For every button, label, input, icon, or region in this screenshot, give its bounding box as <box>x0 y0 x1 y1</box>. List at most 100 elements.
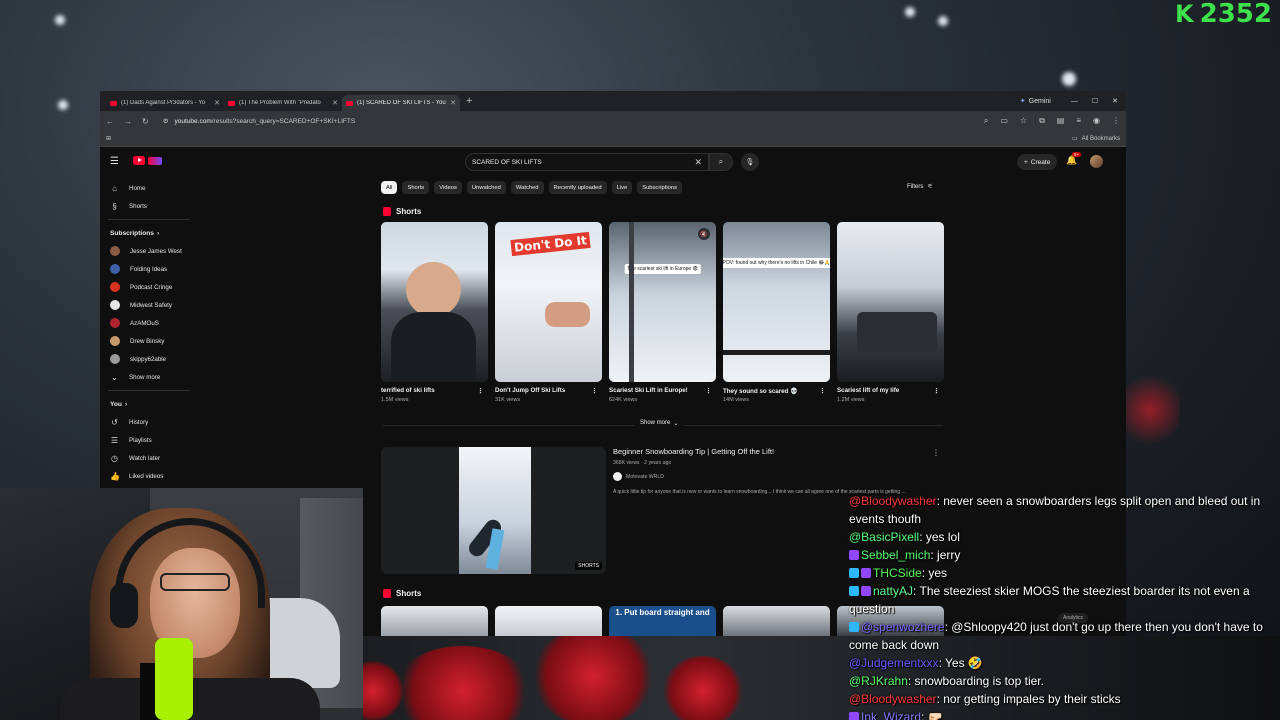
short-thumbnail[interactable] <box>495 606 602 636</box>
video-result[interactable]: SHORTS Beginner Snowboarding Tip | Getti… <box>381 447 906 574</box>
shorts-section-title: Shorts <box>383 207 421 216</box>
subscriptions-title: Subscriptions <box>110 229 154 237</box>
zoom-icon[interactable]: ⌕ <box>984 116 988 126</box>
back-icon[interactable]: ← <box>106 117 114 126</box>
you-heading[interactable]: You › <box>100 395 200 413</box>
sidebar-item-subscription[interactable]: Folding Ideas <box>100 260 200 278</box>
sidebar-item-shorts[interactable]: § Shorts <box>100 197 200 215</box>
short-title[interactable]: Scariest Ski Lift in Europe! <box>609 387 705 395</box>
more-options-icon[interactable]: ⋮ <box>819 387 830 395</box>
apps-icon[interactable]: ⊞ <box>106 135 111 142</box>
sidebar-item-subscription[interactable]: skippy62able <box>100 350 200 368</box>
site-info-icon[interactable]: ⚙ <box>163 117 169 125</box>
chip-shorts[interactable]: Shorts <box>402 181 430 194</box>
browser-tab-active[interactable]: (1) SCARED OF SKI LIFTS - YouT ✕ <box>342 95 460 111</box>
sidebar-item-home[interactable]: ⌂ Home <box>100 179 200 197</box>
maximize-icon[interactable]: ☐ <box>1092 97 1098 105</box>
video-title[interactable]: Beginner Snowboarding Tip | Getting Off … <box>613 447 933 456</box>
hamburger-menu-icon[interactable]: ☰ <box>110 156 119 167</box>
filters-icon: ⚟ <box>927 184 933 190</box>
show-more-button[interactable]: Show more ⌄ <box>634 420 685 427</box>
short-thumbnail[interactable]: 1. Put board straight and <box>609 606 716 636</box>
new-tab-icon[interactable]: + <box>466 95 472 107</box>
cast-icon[interactable]: ▭ <box>1000 116 1008 126</box>
reload-icon[interactable]: ↻ <box>142 117 149 126</box>
notifications-button[interactable]: 🔔 9+ <box>1066 152 1082 166</box>
microphone-icon: 🎙 <box>745 159 755 166</box>
sidebar-item-history[interactable]: ↺ History <box>100 413 200 431</box>
voice-search-button[interactable]: 🎙 <box>741 153 759 171</box>
short-thumbnail[interactable]: POV: found out why there's no lifts in C… <box>723 222 830 382</box>
short-card[interactable]: terrified of ski lifts ⋮ 1.5M views <box>381 222 488 403</box>
sidebar-item-subscription[interactable]: Midwest Safety <box>100 296 200 314</box>
short-thumbnail[interactable] <box>381 222 488 382</box>
subscriptions-heading[interactable]: Subscriptions › <box>100 224 200 242</box>
minimize-icon[interactable]: — <box>1071 98 1078 105</box>
chat-text: : jerry <box>930 548 961 562</box>
forward-icon[interactable]: → <box>124 117 132 126</box>
browser-tab[interactable]: (1) Dads Against Pr3dators - Yo ✕ <box>106 95 224 111</box>
profile-icon[interactable]: ◉ <box>1093 116 1100 126</box>
close-icon[interactable]: ✕ <box>214 99 220 107</box>
close-icon[interactable]: ✕ <box>332 99 338 107</box>
chip-unwatched[interactable]: Unwatched <box>466 181 506 194</box>
short-card[interactable]: 🔇 The scariest ski lift in Europe 😨 Scar… <box>609 222 716 403</box>
menu-icon[interactable]: ⋮ <box>1112 116 1120 126</box>
more-options-icon[interactable]: ⋮ <box>932 448 940 457</box>
search-button[interactable]: ⌕ <box>709 153 733 171</box>
url-field[interactable]: ⚙ youtube.com/results?search_query=SCARE… <box>159 114 974 128</box>
chip-videos[interactable]: Videos <box>434 181 462 194</box>
short-thumbnail[interactable]: Don't Do It <box>495 222 602 382</box>
browser-tab[interactable]: (1) The Problem With "Predato ✕ <box>224 95 342 111</box>
gemini-button[interactable]: ✦ Gemini <box>1014 95 1057 107</box>
webcam-feed <box>0 488 363 720</box>
sidebar-item-subscription[interactable]: Jesse James West <box>100 242 200 260</box>
chip-watched[interactable]: Watched <box>510 181 544 194</box>
badge-icon <box>849 586 859 596</box>
close-window-icon[interactable]: ✕ <box>1112 97 1118 105</box>
reading-icon[interactable]: ▤ <box>1057 116 1065 126</box>
account-avatar[interactable] <box>1090 155 1103 168</box>
sidebar-item-subscription[interactable]: AzAMOuS <box>100 314 200 332</box>
create-button[interactable]: + Create <box>1017 154 1058 170</box>
sidebar-item-subscription[interactable]: Drew Binsky <box>100 332 200 350</box>
more-options-icon[interactable]: ⋮ <box>933 387 944 395</box>
mute-icon[interactable]: 🔇 <box>698 228 710 240</box>
search-input[interactable]: SCARED OF SKI LIFTS ✕ <box>465 153 709 171</box>
filters-button[interactable]: Filters ⚟ <box>907 183 933 191</box>
close-icon[interactable]: ✕ <box>450 99 456 107</box>
sidebar-show-more[interactable]: ⌄ Show more <box>100 368 200 386</box>
chip-all[interactable]: All <box>381 181 398 194</box>
bookmark-star-icon[interactable]: ☆ <box>1020 116 1027 126</box>
sidebar-item-subscription[interactable]: Podcast Cringe <box>100 278 200 296</box>
chip-recently-uploaded[interactable]: Recently uploaded <box>548 181 607 194</box>
short-card[interactable]: Don't Do It Don't Jump Off Ski Lifts ⋮ 31… <box>495 222 602 403</box>
extensions-icon[interactable]: ⧉ <box>1039 116 1045 126</box>
short-thumbnail[interactable]: 🔇 The scariest ski lift in Europe 😨 <box>609 222 716 382</box>
short-thumbnail[interactable] <box>381 606 488 636</box>
channel-avatar <box>110 264 120 274</box>
short-card[interactable]: POV: found out why there's no lifts in C… <box>723 222 830 403</box>
short-thumbnail[interactable] <box>723 606 830 636</box>
short-title[interactable]: They sound so scared 💀 <box>723 387 819 395</box>
more-options-icon[interactable]: ⋮ <box>477 387 488 395</box>
clear-search-icon[interactable]: ✕ <box>694 157 702 168</box>
chip-subscriptions[interactable]: Subscriptions <box>637 181 683 194</box>
video-thumbnail[interactable]: SHORTS <box>381 447 606 574</box>
short-title[interactable]: Scariest lift of my life <box>837 387 933 395</box>
short-card[interactable]: Scariest lift of my life ⋮ 1.2M views <box>837 222 944 403</box>
chip-live[interactable]: Live <box>611 181 633 194</box>
sidebar-item-playlists[interactable]: ☰ Playlists <box>100 431 200 449</box>
video-channel[interactable]: Motovate WRLD <box>613 472 933 481</box>
badge-icon <box>849 622 859 632</box>
short-thumbnail[interactable] <box>837 222 944 382</box>
short-title[interactable]: Don't Jump Off Ski Lifts <box>495 387 591 395</box>
sidebar-item-watch-later[interactable]: ◷ Watch later <box>100 449 200 467</box>
more-options-icon[interactable]: ⋮ <box>705 387 716 395</box>
more-options-icon[interactable]: ⋮ <box>591 387 602 395</box>
all-bookmarks-button[interactable]: ▭ All Bookmarks <box>1072 135 1120 143</box>
youtube-logo[interactable] <box>133 156 162 165</box>
media-icon[interactable]: ≡ <box>1076 116 1081 126</box>
short-title[interactable]: terrified of ski lifts <box>381 387 477 395</box>
sidebar-item-liked-videos[interactable]: 👍 Liked videos <box>100 467 200 485</box>
